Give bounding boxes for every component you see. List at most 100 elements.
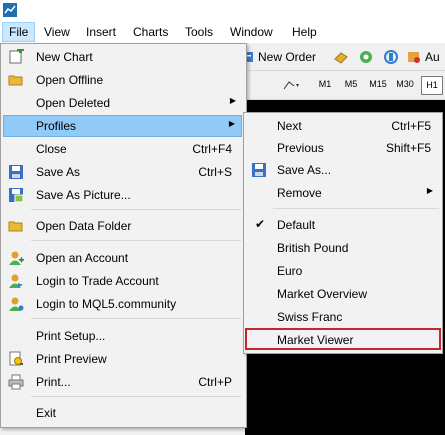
submenu-item-label: Euro: [277, 264, 303, 278]
user-add-icon: [9, 251, 24, 265]
menu-file[interactable]: File: [2, 22, 36, 42]
menu-item-exit[interactable]: Exit: [3, 402, 242, 424]
menu-item-label: Save As: [36, 165, 81, 179]
menu-item-open-offline[interactable]: Open Offline: [3, 69, 242, 91]
refresh-icon[interactable]: [383, 49, 399, 65]
menu-item-print-setup[interactable]: Print Setup...: [3, 325, 242, 347]
submenu-item-save-as[interactable]: Save As...: [246, 159, 439, 181]
submenu-item-previous[interactable]: Previous Shift+F5: [246, 137, 439, 159]
menu-item-label: Login to Trade Account: [36, 274, 159, 288]
menu-item-login-trade[interactable]: Login to Trade Account: [3, 270, 242, 292]
menu-item-save-as[interactable]: Save As Ctrl+S: [3, 161, 242, 183]
submenu-item-label: Next: [277, 119, 302, 133]
line-tools-icon[interactable]: [283, 79, 301, 91]
save-icon: [9, 165, 23, 179]
menu-item-profiles[interactable]: Profiles ▶: [3, 115, 242, 137]
submenu-item-euro[interactable]: Euro: [246, 260, 439, 282]
user-login-icon: [9, 274, 23, 288]
menu-item-label: Save As Picture...: [36, 188, 131, 202]
submenu-item-swiss-franc[interactable]: Swiss Franc: [246, 306, 439, 328]
shortcut-label: Ctrl+F5: [391, 119, 431, 133]
timeframe-m1[interactable]: M1: [315, 76, 335, 93]
timeframe-toolbar: M1 M5 M15 M30 H1: [245, 71, 445, 100]
submenu-arrow-icon: ▶: [228, 119, 235, 128]
menu-item-label: Close: [36, 142, 67, 156]
submenu-item-label: Swiss Franc: [277, 310, 343, 324]
menu-item-label: New Chart: [36, 50, 93, 64]
menu-separator: [273, 208, 439, 209]
menu-bar: File View Insert Charts Tools Window Hel…: [0, 21, 445, 44]
menu-item-label: Open Deleted: [36, 96, 111, 110]
auto-trading-button[interactable]: Au: [425, 50, 440, 64]
menu-item-save-as-picture[interactable]: Save As Picture...: [3, 184, 242, 206]
file-menu: New Chart Open Offline Open Deleted ▶ Pr…: [0, 43, 247, 428]
auto-trading-icon[interactable]: [406, 49, 422, 65]
shortcut-label: Ctrl+P: [198, 375, 232, 389]
menu-item-label: Open Data Folder: [36, 219, 132, 233]
app-icon: [3, 3, 17, 17]
menu-item-login-mql5[interactable]: Login to MQL5.community: [3, 293, 242, 315]
submenu-item-label: British Pound: [277, 241, 349, 255]
title-bar: [0, 0, 445, 20]
submenu-item-label: Market Viewer: [277, 333, 354, 347]
shortcut-label: Shift+F5: [385, 141, 431, 155]
menu-separator: [31, 209, 241, 210]
menu-item-open-account[interactable]: Open an Account: [3, 247, 242, 269]
menu-item-new-chart[interactable]: New Chart: [3, 46, 242, 68]
menu-item-print-preview[interactable]: Print Preview: [3, 348, 242, 370]
menu-item-label: Print Setup...: [36, 329, 106, 343]
save-icon: [252, 163, 266, 177]
community-login-icon: [9, 297, 24, 311]
menu-item-label: Profiles: [36, 119, 77, 133]
menu-item-label: Print...: [36, 375, 71, 389]
save-picture-icon: [9, 188, 24, 203]
submenu-arrow-icon: ▶: [229, 96, 236, 105]
submenu-item-market-overview[interactable]: Market Overview: [246, 283, 439, 305]
menu-view[interactable]: View: [38, 23, 76, 41]
submenu-item-default[interactable]: ✔ Default: [246, 214, 439, 236]
menu-help[interactable]: Help: [286, 23, 323, 41]
antenna-icon[interactable]: [358, 49, 374, 65]
menu-window[interactable]: Window: [224, 23, 279, 41]
menu-tools[interactable]: Tools: [179, 23, 219, 41]
menu-item-label: Open an Account: [36, 251, 129, 265]
menu-item-label: Login to MQL5.community: [36, 297, 177, 311]
gold-bars-icon[interactable]: [333, 49, 349, 65]
menu-charts[interactable]: Charts: [127, 23, 174, 41]
timeframe-m15[interactable]: M15: [367, 76, 389, 93]
submenu-item-label: Default: [277, 218, 316, 232]
standard-toolbar: New Order Au: [245, 44, 445, 71]
shortcut-label: Ctrl+S: [198, 165, 232, 179]
menu-item-close[interactable]: Close Ctrl+F4: [3, 138, 242, 160]
print-preview-icon: [9, 351, 23, 366]
timeframe-m5[interactable]: M5: [341, 76, 361, 93]
menu-item-print[interactable]: Print... Ctrl+P: [3, 371, 242, 393]
folder-icon: [8, 221, 23, 232]
timeframe-h1[interactable]: H1: [421, 76, 443, 95]
submenu-item-next[interactable]: Next Ctrl+F5: [246, 115, 439, 137]
submenu-item-label: Previous: [277, 141, 324, 155]
checkmark-icon: ✔: [255, 217, 266, 231]
open-folder-icon: [8, 75, 23, 86]
menu-separator: [31, 240, 241, 241]
menu-item-label: Exit: [36, 406, 57, 420]
submenu-arrow-icon: ▶: [426, 186, 433, 195]
new-order-button[interactable]: New Order: [258, 50, 316, 64]
submenu-item-remove[interactable]: Remove ▶: [246, 182, 439, 204]
new-chart-icon: [9, 49, 24, 64]
profiles-submenu: Next Ctrl+F5 Previous Shift+F5 Save As..…: [243, 112, 443, 354]
menu-item-open-data-folder[interactable]: Open Data Folder: [3, 215, 242, 237]
menu-insert[interactable]: Insert: [80, 23, 122, 41]
shortcut-label: Ctrl+F4: [192, 142, 232, 156]
printer-icon: [8, 374, 24, 390]
menu-item-open-deleted[interactable]: Open Deleted ▶: [3, 92, 242, 114]
submenu-item-british-pound[interactable]: British Pound: [246, 237, 439, 259]
menu-separator: [31, 396, 241, 397]
menu-item-label: Open Offline: [36, 73, 104, 87]
menu-separator: [31, 318, 241, 319]
submenu-item-market-viewer[interactable]: Market Viewer: [245, 328, 441, 350]
menu-item-label: Print Preview: [36, 352, 107, 366]
submenu-item-label: Save As...: [277, 163, 332, 177]
submenu-item-label: Market Overview: [277, 287, 368, 301]
timeframe-m30[interactable]: M30: [394, 76, 416, 93]
